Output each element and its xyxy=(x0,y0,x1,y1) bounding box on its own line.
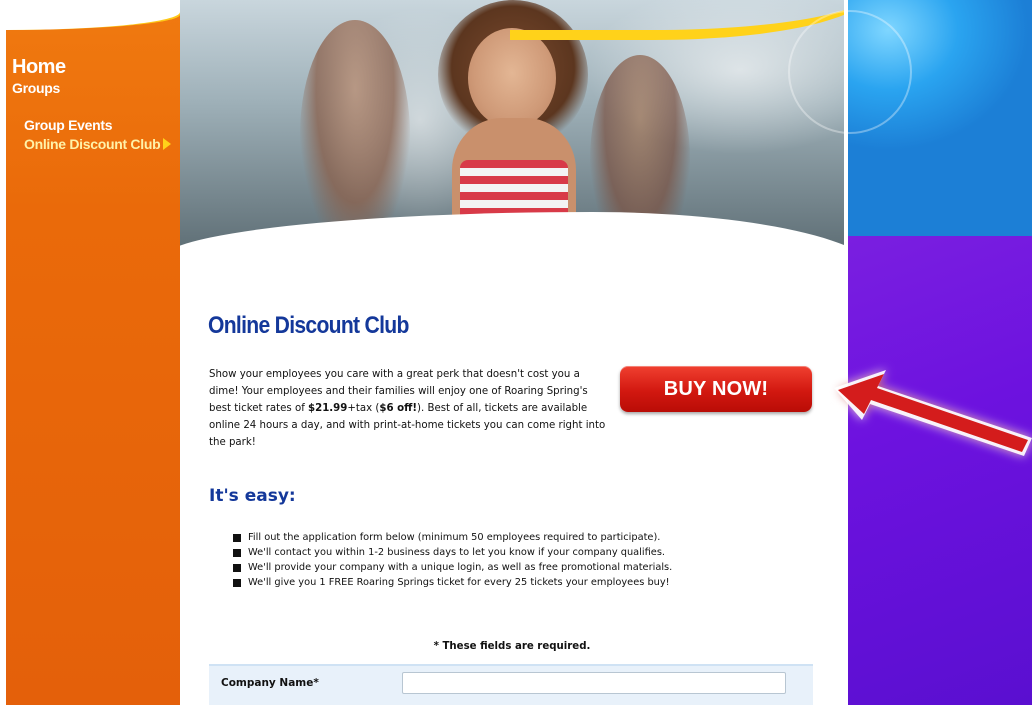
list-item: We'll provide your company with a unique… xyxy=(233,560,672,575)
nav-home-link[interactable]: Home xyxy=(12,56,66,79)
buy-now-button[interactable]: BUY NOW! xyxy=(620,366,812,412)
nav-online-discount-club-label: Online Discount Club xyxy=(24,136,161,152)
left-nav: Home Groups Group Events Online Discount… xyxy=(6,0,180,705)
list-item: We'll contact you within 1-2 business da… xyxy=(233,545,672,560)
nav-group-events-link[interactable]: Group Events xyxy=(24,117,113,133)
list-item: We'll give you 1 FREE Roaring Springs ti… xyxy=(233,575,672,590)
bullet-square-icon xyxy=(233,578,241,587)
list-item: Fill out the application form below (min… xyxy=(233,530,672,545)
bullet-square-icon xyxy=(233,533,241,542)
nav-groups-link[interactable]: Groups xyxy=(12,80,60,96)
intro-paragraph: Show your employees you care with a grea… xyxy=(209,366,609,451)
nav-online-discount-club-link[interactable]: Online Discount Club xyxy=(24,136,172,152)
side-ring-decor xyxy=(788,10,912,134)
child-left-figure xyxy=(300,20,410,250)
discount-text: $6 off! xyxy=(379,403,417,414)
step-text: We'll provide your company with a unique… xyxy=(248,562,673,573)
main-content: Online Discount Club Show your employees… xyxy=(180,250,844,705)
page-title: Online Discount Club xyxy=(208,312,409,339)
bullet-square-icon xyxy=(233,548,241,557)
step-text: Fill out the application form below (min… xyxy=(248,532,661,543)
child-center-face xyxy=(468,28,556,128)
nav-active-arrow-icon xyxy=(163,138,172,150)
price-text: $21.99 xyxy=(308,403,348,414)
required-note: * These fields are required. xyxy=(433,641,591,652)
page: Home Groups Group Events Online Discount… xyxy=(0,0,1032,705)
step-text: We'll contact you within 1-2 business da… xyxy=(248,547,666,558)
company-name-label: Company Name* xyxy=(221,677,319,689)
nav-white-swoosh xyxy=(6,0,180,30)
steps-list: Fill out the application form below (min… xyxy=(233,530,672,590)
side-blue-panel xyxy=(788,0,1032,236)
step-text: We'll give you 1 FREE Roaring Springs ti… xyxy=(248,577,670,588)
easy-heading: It's easy: xyxy=(209,486,296,506)
side-purple-panel xyxy=(848,236,1032,705)
hero-photo xyxy=(180,0,844,250)
application-form: Company Name* xyxy=(209,664,813,705)
intro-text-2: +tax ( xyxy=(347,403,380,414)
bullet-square-icon xyxy=(233,563,241,572)
company-name-input[interactable] xyxy=(402,672,786,694)
